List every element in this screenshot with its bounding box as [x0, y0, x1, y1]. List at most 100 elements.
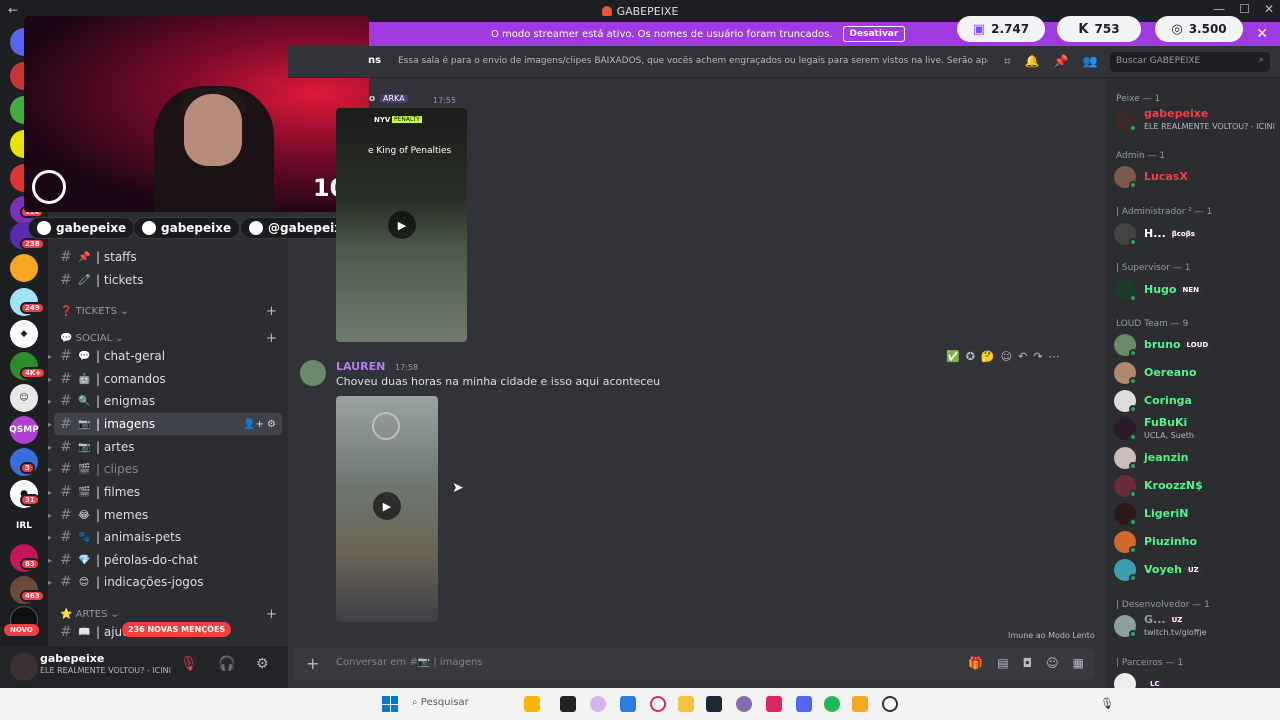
member-item[interactable]: Piuzinho: [1114, 528, 1276, 558]
add-channel-icon[interactable]: +: [266, 607, 277, 622]
close-icon[interactable]: ✕: [1264, 2, 1274, 16]
headphones-icon[interactable]: 🎧: [218, 656, 235, 672]
minimize-icon[interactable]: —: [1213, 2, 1225, 16]
app-icon[interactable]: [590, 696, 606, 712]
apps-icon[interactable]: ▦: [1073, 656, 1084, 670]
server-icon[interactable]: ☺: [10, 384, 38, 412]
gift-icon[interactable]: 🎁: [968, 656, 983, 670]
expand-arrow-icon[interactable]: ▸: [48, 533, 52, 542]
app-icon[interactable]: [736, 696, 752, 712]
expand-arrow-icon[interactable]: ▸: [48, 488, 52, 497]
reaction-icon[interactable]: ✪: [966, 350, 975, 363]
disable-streamer-button[interactable]: Desativar: [842, 26, 906, 42]
discord-icon[interactable]: [796, 696, 812, 712]
channel-item[interactable]: ▸ # 🔍 | enigmas: [48, 390, 282, 412]
member-item[interactable]: LigeriN: [1114, 500, 1276, 530]
forward-icon[interactable]: ↷: [1033, 350, 1042, 363]
server-icon[interactable]: QSMP: [9, 416, 39, 444]
message-author[interactable]: LAUREN: [336, 360, 385, 373]
folder-icon[interactable]: [678, 696, 694, 712]
channel-item[interactable]: ▸ # 💎 | pérolas-do-chat: [48, 549, 282, 571]
expand-arrow-icon[interactable]: ▸: [48, 511, 52, 520]
search-input[interactable]: Buscar GABEPEIXE ⌕: [1110, 52, 1270, 72]
pin-icon[interactable]: 📌: [1054, 54, 1069, 69]
expand-arrow-icon[interactable]: ▸: [48, 465, 52, 474]
members-icon[interactable]: 👥: [1083, 54, 1098, 69]
member-item[interactable]: Oereano: [1114, 359, 1276, 389]
server-icon[interactable]: IRL: [10, 512, 38, 540]
member-item[interactable]: Voyeh UZ: [1114, 556, 1276, 586]
opera-icon[interactable]: [650, 696, 666, 712]
expand-arrow-icon[interactable]: ▸: [48, 556, 52, 565]
new-badge[interactable]: NOVO: [4, 624, 39, 636]
channel-item[interactable]: ▸ # 🎬 | filmes: [48, 481, 282, 503]
member-item[interactable]: jeanzin: [1114, 444, 1276, 474]
channel-item[interactable]: ▸ # 🤖 | comandos: [48, 368, 282, 390]
member-item[interactable]: G... UZ twitch.tv/gloffje: [1114, 612, 1276, 642]
avatar[interactable]: [300, 360, 326, 386]
check-reaction-icon[interactable]: ✅: [946, 350, 960, 363]
app-icon[interactable]: [560, 696, 576, 712]
copilot-icon[interactable]: [620, 696, 636, 712]
steam-icon[interactable]: [706, 696, 722, 712]
more-icon[interactable]: ⋯: [1049, 350, 1060, 363]
reaction-icon[interactable]: 🤔: [981, 350, 995, 363]
expand-arrow-icon[interactable]: ▸: [48, 443, 52, 452]
video-attachment[interactable]: NYV PENALTY e King of Penalties ▶: [336, 108, 467, 342]
channel-staffs[interactable]: # 📌 | staffs: [54, 246, 282, 268]
bell-icon[interactable]: 🔔: [1025, 54, 1040, 69]
channel-topic[interactable]: Essa sala é para o envio de imagens/clip…: [398, 56, 988, 66]
add-reaction-icon[interactable]: ☺: [1001, 350, 1012, 363]
add-channel-icon[interactable]: +: [266, 304, 277, 319]
taskbar-search[interactable]: ⌕ Pesquisar: [412, 697, 469, 708]
member-item[interactable]: Coringa: [1114, 387, 1276, 417]
channel-item[interactable]: ▸ # 📷 | imagens 👤+ ⚙: [48, 413, 282, 435]
channel-item[interactable]: ▸ # 🎬 | clipes: [48, 458, 282, 480]
category-social[interactable]: 💬 SOCIAL ⌄ +: [60, 331, 277, 346]
channel-item[interactable]: ▸ # 📷 | artes: [48, 436, 282, 458]
spotify-icon[interactable]: [824, 696, 840, 712]
expand-arrow-icon[interactable]: ▸: [48, 578, 52, 587]
avatar[interactable]: [10, 653, 38, 681]
channel-item[interactable]: ▸ # 😊 | indicações-jogos: [48, 571, 282, 593]
add-channel-icon[interactable]: +: [266, 331, 277, 346]
obs-icon[interactable]: [882, 696, 898, 712]
channel-item[interactable]: ▸ # 😂 | memes: [48, 504, 282, 526]
member-item[interactable]: gabepeixe ELE REALMENTE VOLTOU? - ICINI: [1114, 106, 1276, 136]
member-item[interactable]: Hugo NEN: [1114, 276, 1276, 306]
message-author[interactable]: o: [369, 94, 375, 104]
expand-arrow-icon[interactable]: ▸: [48, 352, 52, 361]
member-item[interactable]: H... βcoβs: [1114, 220, 1276, 250]
channel-item[interactable]: ▸ # 🐾 | animais-pets: [48, 526, 282, 548]
message-composer[interactable]: + Conversar em #📷 | imagens 🎁 ▤ ◘ ☺ ▦: [294, 648, 1094, 680]
channel-tickets[interactable]: # 🧷 | tickets: [54, 269, 282, 291]
channel-item[interactable]: ▸ # 💬 | chat-geral: [48, 345, 282, 367]
channel-settings-icon[interactable]: 👤+ ⚙: [243, 419, 276, 430]
new-mentions-badge[interactable]: 236 NOVAS MENÇÕES: [122, 622, 232, 637]
server-icon[interactable]: ◆: [10, 320, 38, 348]
member-item[interactable]: FuBuKi UCLA, Sueth: [1114, 415, 1276, 445]
threads-icon[interactable]: ⌗: [1004, 54, 1011, 69]
microphone-icon[interactable]: 🎙: [1100, 697, 1114, 710]
close-banner-icon[interactable]: ✕: [1256, 26, 1268, 42]
gif-icon[interactable]: ▤: [997, 656, 1008, 670]
category-tickets[interactable]: ❓ TICKETS ⌄ +: [60, 304, 277, 319]
play-icon[interactable]: ▶: [373, 492, 401, 520]
reply-icon[interactable]: ↶: [1018, 350, 1027, 363]
category-artes[interactable]: ⭐ ARTES ⌄ +: [60, 607, 277, 622]
member-item[interactable]: KroozzN$: [1114, 472, 1276, 502]
add-attachment-icon[interactable]: +: [306, 654, 319, 673]
maximize-icon[interactable]: ☐: [1239, 2, 1250, 16]
server-icon[interactable]: [10, 254, 38, 282]
expand-arrow-icon[interactable]: ▸: [48, 375, 52, 384]
emoji-icon[interactable]: ☺: [1046, 656, 1059, 670]
video-attachment[interactable]: ▶: [336, 396, 438, 622]
app-icon[interactable]: [766, 696, 782, 712]
member-item[interactable]: bruno LOUD: [1114, 331, 1276, 361]
sticker-icon[interactable]: ◘: [1023, 656, 1033, 670]
gear-icon[interactable]: ⚙: [256, 656, 269, 672]
crown-app-icon[interactable]: [524, 696, 540, 712]
expand-arrow-icon[interactable]: ▸: [48, 397, 52, 406]
app-icon[interactable]: [852, 696, 868, 712]
expand-arrow-icon[interactable]: ▸: [48, 420, 52, 429]
